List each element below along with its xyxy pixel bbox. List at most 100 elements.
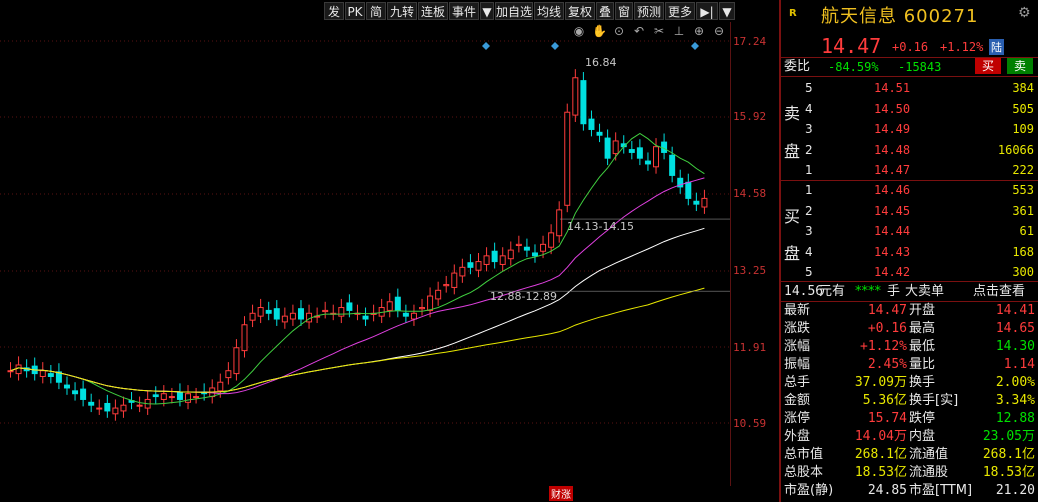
- candle-body: [628, 149, 635, 153]
- candle-body: [572, 77, 579, 116]
- candle-body: [217, 381, 224, 392]
- level: 3: [805, 224, 813, 238]
- stat-label: 涨停: [784, 411, 811, 426]
- stat-value: 268.1亿: [982, 447, 1035, 462]
- level-price: 14.45: [874, 203, 911, 218]
- divider: [781, 301, 1038, 302]
- bid-row[interactable]: 4 14.43 168: [781, 244, 1038, 260]
- stat-value: 268.1亿: [854, 447, 907, 462]
- price-change-pct: +1.12%: [940, 40, 984, 54]
- event-marker[interactable]: 财涨: [549, 486, 573, 501]
- buy-button[interactable]: 买: [975, 58, 1001, 74]
- price-tick: 15.92: [733, 110, 767, 123]
- ask-row[interactable]: 1 14.47 222: [781, 162, 1038, 178]
- level-volume: 361: [1012, 203, 1034, 218]
- level-volume: 553: [1012, 183, 1034, 197]
- bid-row[interactable]: 2 14.45 361: [781, 203, 1038, 219]
- buy-side-label-bottom: 盘: [784, 244, 801, 263]
- candle-body: [346, 302, 353, 311]
- stat-value: 24.85: [867, 483, 907, 498]
- candle-body: [531, 252, 538, 257]
- candle-body: [136, 404, 143, 407]
- ask-row[interactable]: 3 14.49 109: [781, 121, 1038, 137]
- stat-value: 14.65: [995, 321, 1035, 336]
- stat-label: 涨幅: [784, 339, 811, 354]
- stats-row: 市盈(静) 24.85 市盈[TTM] 21.20: [781, 483, 1038, 499]
- candle-body: [685, 181, 692, 199]
- stats-row: 涨幅 +1.12% 最低 14.30: [781, 339, 1038, 355]
- candle-body: [693, 200, 700, 205]
- candle-body: [281, 315, 288, 323]
- stat-label: 换手[实]: [909, 393, 959, 408]
- level-price: 14.50: [874, 101, 911, 116]
- stat-label: 外盘: [784, 429, 811, 444]
- candle-body: [120, 404, 127, 412]
- ask-row[interactable]: 5 14.51 384: [781, 80, 1038, 96]
- stat-label: 换手: [909, 375, 936, 390]
- level: 1: [805, 183, 813, 197]
- candle-body: [112, 407, 119, 415]
- bid-row[interactable]: 5 14.42 300: [781, 264, 1038, 280]
- level-price: 14.42: [874, 265, 911, 279]
- sell-side-label-bottom: 盘: [784, 142, 801, 161]
- ask-row[interactable]: 4 14.50 505: [781, 101, 1038, 117]
- candle-body: [394, 296, 401, 311]
- candle-body: [523, 246, 530, 251]
- ma-line-yellow: [10, 287, 705, 393]
- sell-button[interactable]: 卖: [1007, 58, 1033, 74]
- candle-body: [451, 272, 458, 288]
- candle-body: [467, 262, 474, 268]
- bid-row[interactable]: 1 14.46 553: [781, 182, 1038, 198]
- level: 1: [805, 163, 813, 177]
- level: 5: [805, 81, 813, 95]
- stats-row: 总手 37.09万 换手 2.00%: [781, 375, 1038, 391]
- big-order-row[interactable]: 14.56 元有 **** 手 大卖单 点击查看: [781, 284, 1038, 300]
- big-order-label: 大卖单: [905, 284, 945, 299]
- candle-body: [427, 295, 434, 311]
- stats-row: 涨跌 +0.16 最高 14.65: [781, 321, 1038, 337]
- candle-body: [475, 261, 482, 271]
- stat-label: 市盈[TTM]: [909, 483, 973, 498]
- candlestick-chart[interactable]: [0, 0, 779, 502]
- candle-body: [491, 250, 498, 263]
- level-volume: 505: [1012, 101, 1034, 116]
- stat-value: 18.53亿: [982, 465, 1035, 480]
- candle-body: [193, 396, 200, 399]
- big-order-link[interactable]: 点击查看: [973, 284, 1025, 300]
- stat-value: 2.45%: [867, 357, 907, 372]
- quote-panel: R 航天信息 600271 ⚙ 14.47 +0.16 +1.12% 陆 委比 …: [779, 0, 1038, 502]
- candle-body: [104, 402, 111, 412]
- stat-value: 21.20: [995, 483, 1035, 498]
- candle-body: [63, 384, 70, 389]
- level-volume: 16066: [997, 142, 1034, 157]
- candle-body: [499, 255, 506, 265]
- level: 2: [805, 203, 813, 218]
- level-price: 14.44: [874, 224, 911, 238]
- candle-body: [233, 347, 240, 375]
- divider: [781, 180, 1038, 181]
- kline-chart-area[interactable]: 发 PK 简九转 连板 事件 ▼ 加自选 均线 复权叠窗预测 更多 ▶| ▼ ◉ ✋ ⊙ ↶ ✂ ⊥ ⊕ ⊖ 17.…: [0, 0, 779, 502]
- candle-body: [265, 309, 272, 314]
- event-diamond-icon: [551, 42, 559, 50]
- candle-body: [176, 391, 183, 400]
- stat-value: 23.05万: [982, 429, 1035, 444]
- stats-row: 外盘 14.04万 内盘 23.05万: [781, 429, 1038, 445]
- level-volume: 61: [1019, 224, 1034, 238]
- gear-icon[interactable]: ⚙: [1018, 5, 1031, 21]
- divider: [781, 76, 1038, 77]
- candle-body: [410, 312, 417, 320]
- bid-row[interactable]: 3 14.44 61: [781, 223, 1038, 239]
- price-change: +0.16: [892, 40, 929, 54]
- stock-title: 航天信息 600271: [821, 6, 979, 27]
- ask-row[interactable]: 2 14.48 16066: [781, 142, 1038, 158]
- event-diamond-icon: [482, 42, 490, 50]
- stat-value: 37.09万: [854, 375, 907, 390]
- candle-body: [249, 312, 256, 321]
- level-volume: 168: [1012, 244, 1034, 259]
- stat-label: 量比: [909, 357, 936, 372]
- big-order-price: 14.56: [784, 284, 824, 299]
- price-tick: 17.24: [733, 35, 767, 48]
- sell-side-label-top: 卖: [784, 104, 801, 123]
- stat-value: 2.00%: [995, 375, 1035, 390]
- price-tick: 14.58: [733, 187, 767, 200]
